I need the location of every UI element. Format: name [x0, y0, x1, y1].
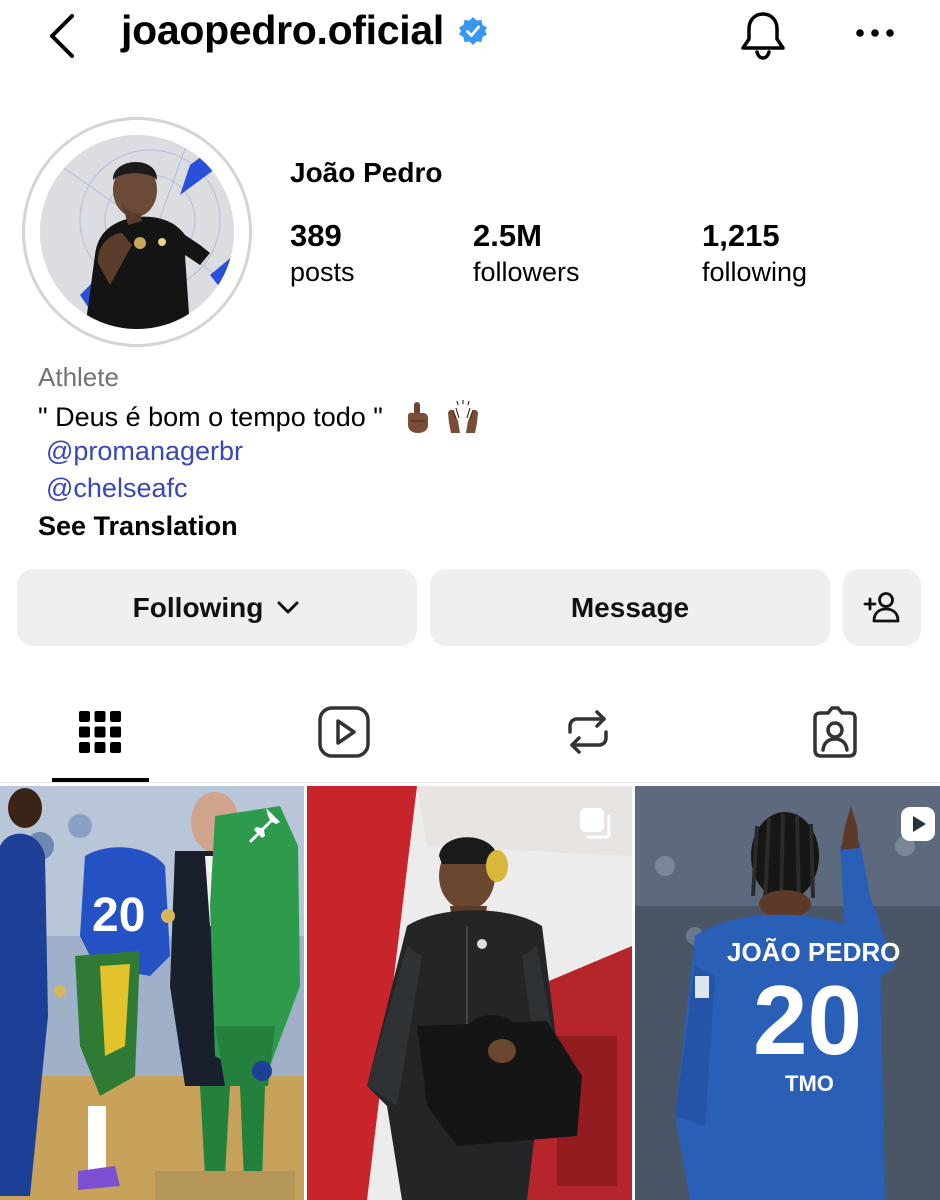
stat-followers[interactable]: 2.5M followers [473, 218, 580, 290]
tab-divider [0, 782, 940, 783]
message-button-label: Message [570, 591, 690, 623]
jersey-number-text: 20 [753, 965, 862, 1075]
tab-posts-grid[interactable] [70, 700, 130, 764]
bio-link-chelseafc[interactable]: @chelseafc [46, 473, 187, 504]
message-button[interactable]: Message [430, 569, 830, 646]
avatar-image [40, 135, 234, 329]
jersey-name-text: JOÃO PEDRO [727, 937, 900, 967]
tab-reels[interactable] [314, 700, 374, 764]
tab-reposts[interactable] [558, 700, 618, 764]
stat-posts[interactable]: 389 posts [290, 218, 355, 290]
post-image: 20 [0, 786, 304, 1200]
reposts-icon [568, 710, 608, 754]
bio-link-promanagerbr[interactable]: @promanagerbr [46, 436, 243, 467]
more-options-icon[interactable] [852, 16, 898, 50]
jersey-sponsor-text: TMO [785, 1071, 834, 1096]
suggested-users-button[interactable] [843, 569, 921, 646]
profile-category: Athlete [38, 362, 119, 392]
following-button-label: Following [132, 591, 264, 623]
chevron-down-icon [277, 601, 299, 613]
back-arrow-icon[interactable] [40, 6, 90, 62]
stat-value: 1,215 [702, 218, 780, 253]
stat-value: 2.5M [473, 218, 542, 253]
tagged-icon [813, 706, 857, 758]
carousel-post-icon [580, 808, 611, 839]
top-bar: joaopedro.oficial [0, 0, 940, 70]
raised-hands-emoji-icon [447, 400, 478, 433]
pointing-up-emoji-icon [407, 402, 428, 433]
profile-avatar[interactable] [22, 117, 252, 347]
reels-icon [318, 706, 370, 758]
profile-username: joaopedro.oficial [121, 7, 488, 54]
verified-badge-icon [458, 16, 487, 45]
tab-tagged[interactable] [805, 700, 865, 764]
stat-label: following [702, 257, 808, 287]
reel-post-icon [901, 807, 935, 841]
svg-text:20: 20 [92, 889, 145, 942]
stat-label: followers [473, 257, 580, 287]
profile-bio: " Deus é bom o tempo todo " [38, 399, 481, 435]
pinned-post-icon [249, 808, 280, 843]
username-text: joaopedro.oficial [121, 7, 444, 53]
stat-value: 389 [290, 218, 342, 253]
bio-text: " Deus é bom o tempo todo " [38, 401, 383, 432]
post-tile-3[interactable]: JOÃO PEDRO 20 TMO [635, 786, 940, 1200]
see-translation-button[interactable]: See Translation [38, 511, 238, 542]
post-image: JOÃO PEDRO 20 TMO [635, 786, 940, 1200]
post-tile-1[interactable]: 20 [0, 786, 304, 1200]
stat-label: posts [290, 257, 355, 287]
display-name: João Pedro [290, 157, 443, 188]
post-image [307, 786, 632, 1200]
notification-bell-icon[interactable] [735, 6, 791, 62]
add-user-icon [863, 591, 900, 622]
following-button[interactable]: Following [17, 569, 417, 646]
stat-following[interactable]: 1,215 following [702, 218, 807, 290]
grid-icon [79, 711, 121, 753]
post-tile-2[interactable] [307, 786, 632, 1200]
